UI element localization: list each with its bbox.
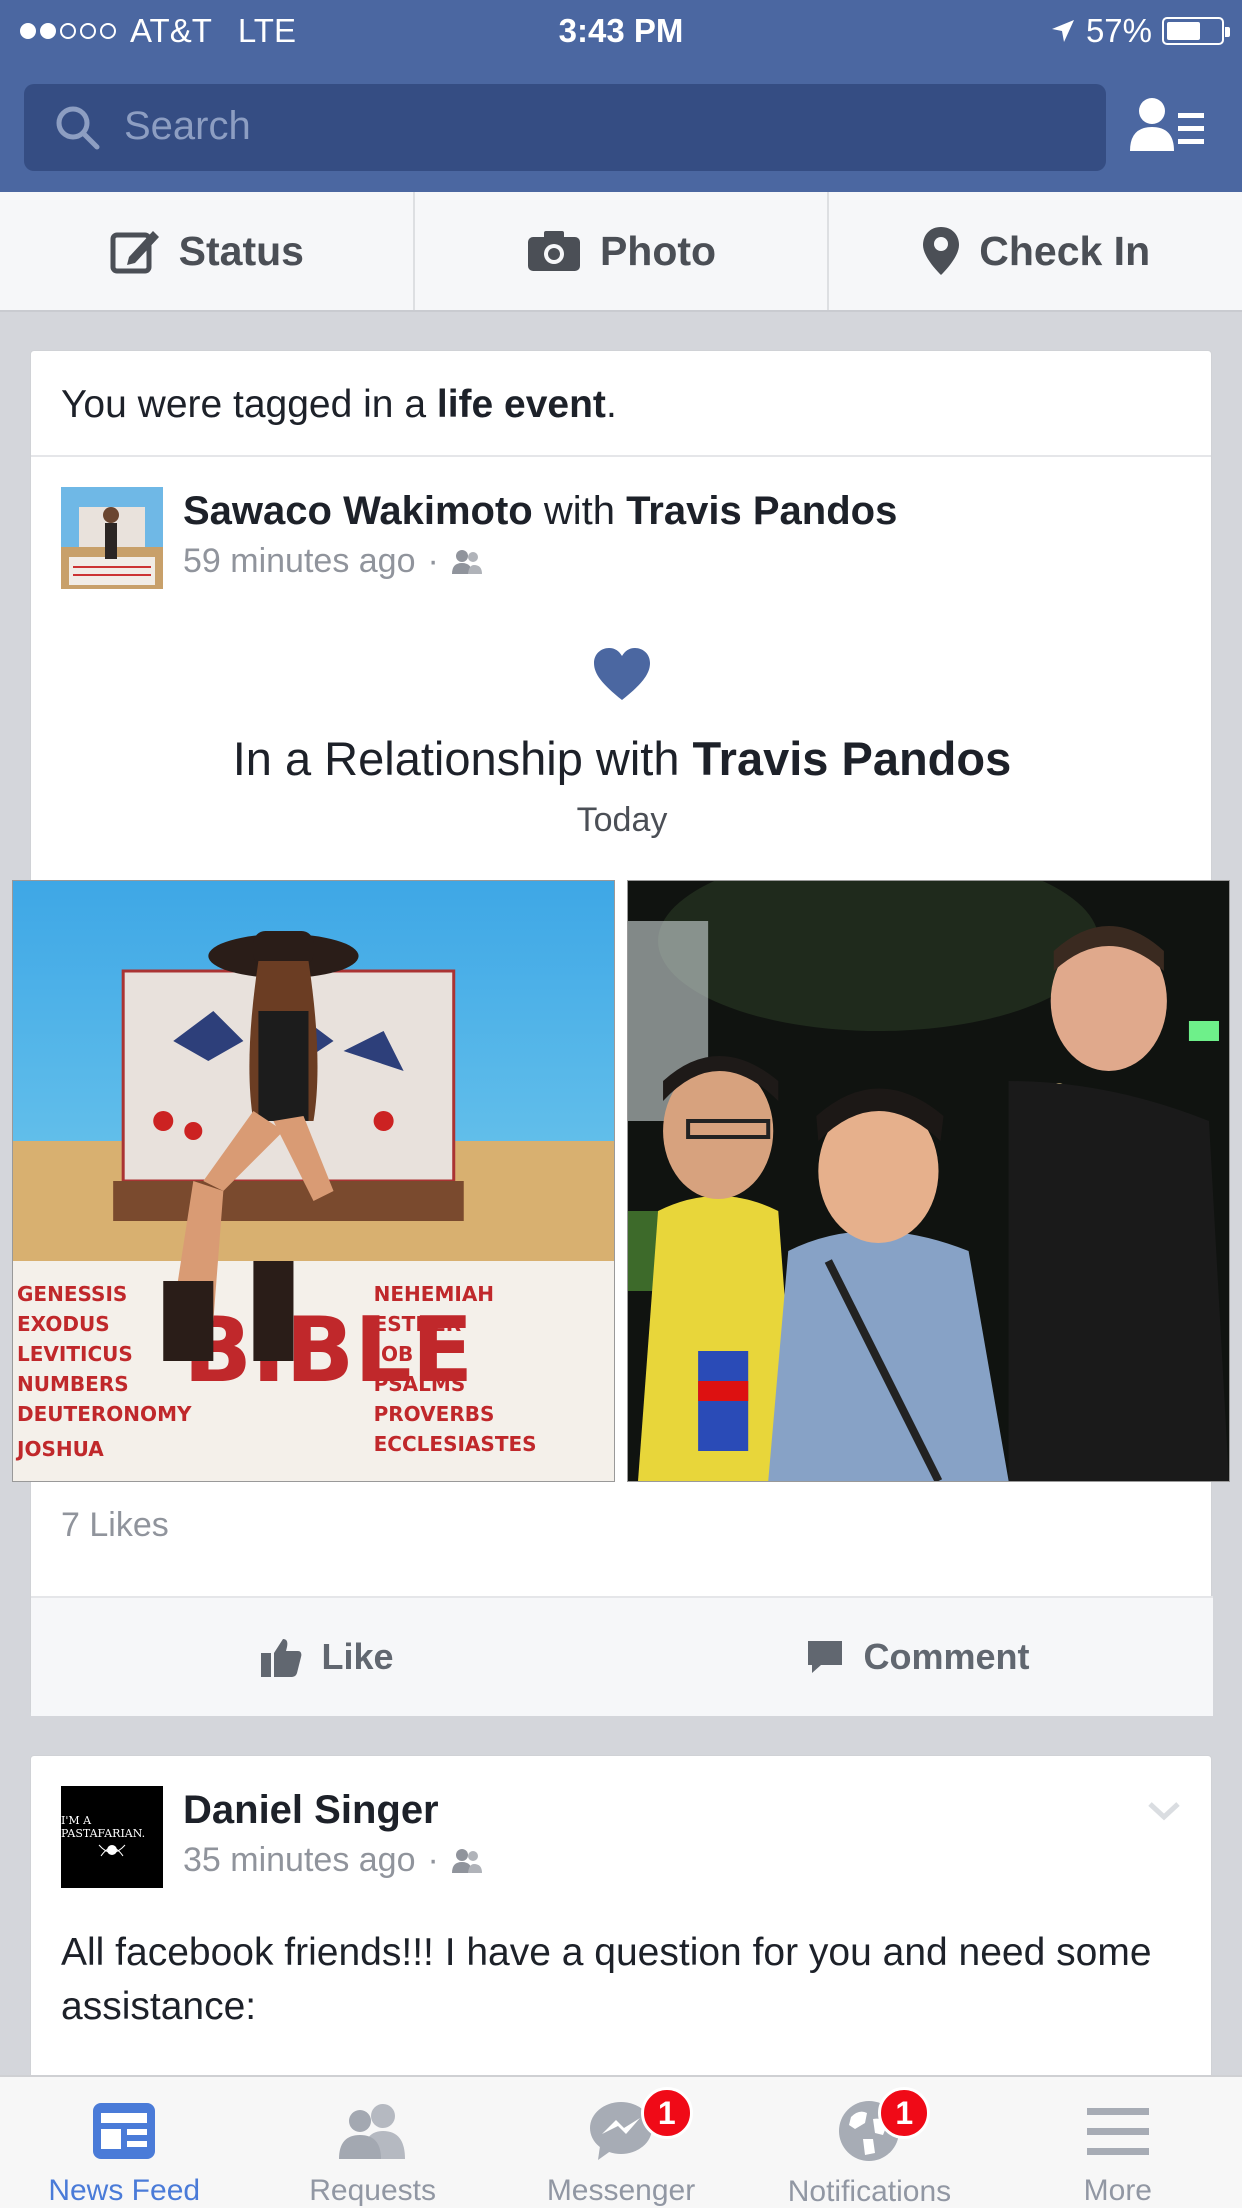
tag-bold: life event [436, 383, 606, 426]
status-button[interactable]: Status [0, 192, 415, 310]
post-meta: 35 minutes ago · [183, 1841, 483, 1880]
author-name[interactable]: Daniel Singer [183, 1788, 439, 1832]
menu-icon [1086, 2107, 1149, 2155]
tab-more[interactable]: More [994, 2077, 1242, 2208]
heart-icon [31, 646, 1213, 707]
like-button[interactable]: Like [31, 1598, 622, 1716]
event-prefix: In a Relationship with [232, 732, 693, 785]
post-meta: 59 minutes ago · [183, 542, 483, 581]
life-event-date: Today [576, 801, 668, 839]
post-time[interactable]: 35 minutes ago [183, 1841, 416, 1880]
photo-friends-night[interactable] [627, 880, 1230, 1482]
spaghetti-monster-icon [98, 1844, 126, 1857]
author-name[interactable]: Sawaco Wakimoto [183, 489, 533, 533]
photo-desert[interactable]: GENESSIS EXODUS LEVITICUS NUMBERS DEUTERONO… [12, 880, 615, 1482]
photo-label: Photo [599, 227, 717, 274]
svg-text:JOSHUA: JOSHUA [15, 1437, 104, 1461]
top-bar: AT&T LTE 3:43 PM 57% Search [0, 0, 1242, 192]
avatar[interactable] [61, 487, 163, 589]
bottom-tab-bar: News Feed Requests Messenger 1 Notificat… [0, 2075, 1242, 2208]
friend-requests-icon [338, 2103, 405, 2159]
location-arrow-icon [1051, 20, 1074, 42]
svg-text:PROVERBS: PROVERBS [374, 1402, 495, 1426]
location-pin-icon [923, 227, 960, 275]
photo-grid: GENESSIS EXODUS LEVITICUS NUMBERS DEUTERONO… [12, 880, 1230, 1482]
author-line: Sawaco Wakimoto with Travis Pandos [183, 489, 897, 534]
post-actions: Like Comment [31, 1596, 1213, 1716]
camera-icon [527, 231, 580, 271]
tab-label: Messenger [546, 2174, 696, 2207]
likes-count[interactable]: 7 Likes [61, 1506, 169, 1545]
battery-percent: 57% [1085, 12, 1152, 49]
post-header: Sawaco Wakimoto with Travis Pandos 59 mi… [31, 457, 1211, 589]
status-bar: AT&T LTE 3:43 PM 57% [0, 0, 1242, 62]
tab-notifications[interactable]: Notifications 1 [745, 2077, 993, 2208]
svg-text:EXODUS: EXODUS [17, 1312, 110, 1336]
tagged-notice[interactable]: You were tagged in a life event. [31, 351, 1211, 457]
tagged-friend-name[interactable]: Travis Pandos [626, 489, 897, 533]
meta-separator: · [427, 1841, 439, 1879]
messenger-badge: 1 [640, 2087, 693, 2139]
status-right: 57% [1050, 12, 1230, 50]
comment-button[interactable]: Comment [622, 1598, 1213, 1716]
avatar[interactable]: I'M A PASTAFARIAN. [61, 1786, 163, 1888]
check-in-label: Check In [979, 227, 1151, 274]
event-partner-name[interactable]: Travis Pandos [693, 732, 1012, 785]
svg-text:ECCLESIASTES: ECCLESIASTES [374, 1432, 537, 1456]
tab-requests[interactable]: Requests [248, 2077, 496, 2208]
tag-suffix: . [605, 383, 617, 426]
notifications-badge: 1 [878, 2087, 931, 2139]
check-in-button[interactable]: Check In [829, 192, 1242, 310]
friends-list-button[interactable] [1128, 95, 1208, 160]
edit-icon [110, 231, 159, 274]
tab-label: Notifications [787, 2175, 952, 2208]
tab-label: News Feed [48, 2174, 201, 2207]
thumbs-up-icon [261, 1639, 302, 1677]
meta-separator: · [427, 542, 439, 580]
svg-text:DEUTERONOMY: DEUTERONOMY [17, 1402, 192, 1426]
tab-label: Requests [309, 2174, 436, 2207]
post-text: All facebook friends!!! I have a questio… [61, 1931, 1152, 2028]
comment-label: Comment [863, 1636, 1030, 1677]
news-feed-icon [93, 2102, 156, 2159]
contacts-icon [1130, 98, 1204, 151]
comment-icon [808, 1641, 843, 1673]
search-input[interactable]: Search [24, 84, 1106, 171]
tag-prefix: You were tagged in a [61, 383, 437, 426]
svg-text:NUMBERS: NUMBERS [17, 1372, 129, 1396]
like-label: Like [321, 1636, 394, 1677]
battery-icon [1162, 17, 1230, 45]
search-icon [56, 106, 100, 150]
tab-messenger[interactable]: Messenger 1 [497, 2077, 745, 2208]
with-word: with [532, 489, 627, 533]
svg-text:BIBLE: BIBLE [183, 1298, 473, 1403]
friends-privacy-icon [451, 549, 482, 574]
friends-privacy-icon [451, 1848, 482, 1873]
svg-text:LEVITICUS: LEVITICUS [17, 1342, 133, 1366]
tab-label: More [1083, 2174, 1152, 2207]
avatar-logo-text: I'M A PASTAFARIAN. [61, 1814, 146, 1840]
svg-text:GENESSIS: GENESSIS [17, 1282, 127, 1306]
post-options-button[interactable] [1147, 1801, 1181, 1826]
life-event-title: In a Relationship with Travis Pandos [31, 731, 1213, 786]
photo-button[interactable]: Photo [415, 192, 830, 310]
status-label: Status [178, 227, 304, 274]
composer-bar: Status Photo Check In [0, 192, 1242, 312]
search-placeholder: Search [124, 104, 251, 148]
tab-news-feed[interactable]: News Feed [0, 2077, 248, 2208]
post-time[interactable]: 59 minutes ago [183, 542, 416, 581]
chevron-down-icon [1148, 1802, 1180, 1821]
author-line: Daniel Singer [183, 1788, 439, 1833]
